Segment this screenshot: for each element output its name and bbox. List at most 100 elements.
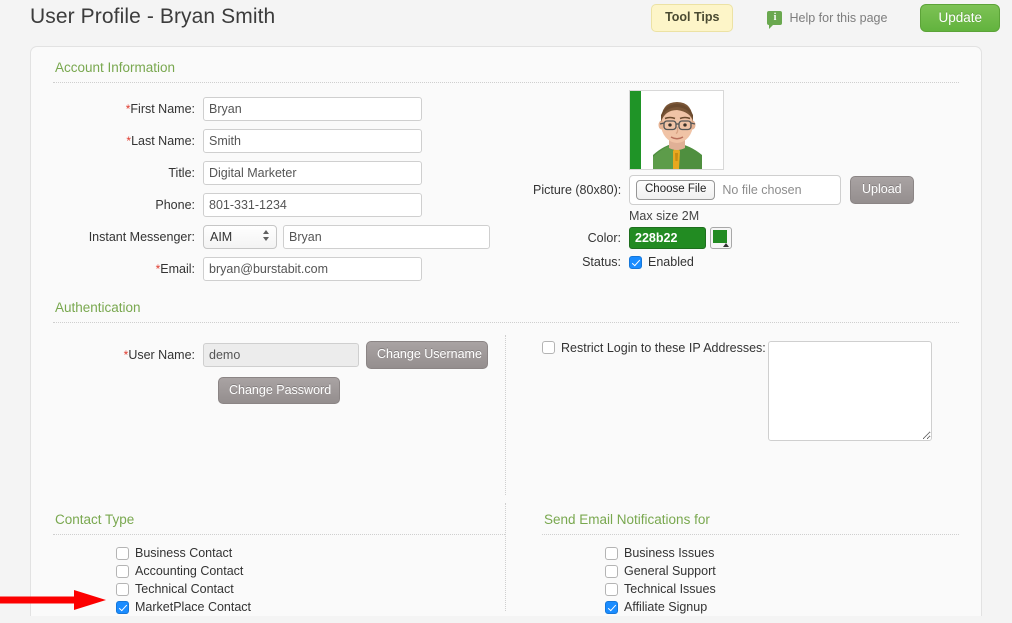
section-title-notifications: Send Email Notifications for [544, 512, 710, 527]
section-title-account: Account Information [55, 60, 176, 75]
update-button[interactable]: Update [920, 3, 1000, 33]
section-title-authentication: Authentication [55, 300, 141, 315]
change-password-button[interactable]: Change Password [218, 376, 340, 404]
email-label: *Email: [155, 262, 195, 276]
checkbox-general-support[interactable] [605, 564, 618, 578]
page-header: User Profile - Bryan Smith Tool Tips i H… [0, 0, 1012, 40]
divider-account [53, 82, 959, 83]
list-item: General Support [605, 564, 959, 578]
contact-type-column: Contact Type Business Contact Accounting… [53, 499, 505, 618]
status-enabled-checkbox[interactable] [629, 255, 642, 269]
field-row-instant-messenger: Instant Messenger: AIM [53, 225, 533, 249]
account-information-body: *First Name: *Last Name: Title: Phone: I… [53, 87, 959, 287]
checkbox-accounting-contact[interactable] [116, 564, 129, 578]
avatar-photo [630, 91, 723, 169]
bottom-columns: Contact Type Business Contact Accounting… [53, 499, 959, 618]
field-row-title: Title: [53, 161, 533, 185]
field-row-first-name: *First Name: [53, 97, 533, 121]
color-label: Color: [587, 231, 621, 245]
title-input[interactable] [203, 161, 422, 185]
instant-messenger-label: Instant Messenger: [88, 230, 195, 244]
label-technical-contact: Technical Contact [135, 582, 234, 596]
color-swatch-button[interactable] [710, 227, 732, 249]
user-profile-panel: Account Information *First Name: *Last N… [30, 46, 982, 616]
checkbox-technical-contact[interactable] [116, 582, 129, 596]
title-label: Title: [168, 166, 195, 180]
authentication-right-column: Restrict Login to these IP Addresses: [505, 341, 959, 499]
first-name-label: *First Name: [125, 102, 195, 116]
upload-button[interactable]: Upload [850, 176, 914, 204]
status-row: Status: Enabled [533, 255, 694, 269]
list-item: Business Issues [605, 546, 959, 560]
choose-file-button[interactable]: Choose File [636, 180, 716, 200]
help-link-label: Help for this page [789, 11, 888, 25]
no-file-chosen-text: No file chosen [722, 183, 802, 197]
restrict-login-label: Restrict Login to these IP Addresses: [561, 341, 766, 355]
chevron-updown-icon [263, 230, 270, 245]
list-item: Accounting Contact [116, 564, 505, 578]
first-name-input[interactable] [203, 97, 422, 121]
status-label: Status: [582, 255, 621, 269]
list-item: Technical Issues [605, 582, 959, 596]
field-row-phone: Phone: [53, 193, 533, 217]
label-marketplace-contact: MarketPlace Contact [135, 600, 252, 614]
field-row-email: *Email: [53, 257, 533, 281]
list-item: Technical Contact [116, 582, 505, 596]
header-actions: Tool Tips i Help for this page Update [651, 3, 1000, 33]
color-hex-input[interactable] [629, 227, 706, 249]
label-accounting-contact: Accounting Contact [135, 564, 244, 578]
username-label: *User Name: [123, 347, 195, 362]
notifications-list: Business Issues General Support Technica… [542, 539, 959, 614]
authentication-body: *User Name: Change Username Change Passw… [53, 327, 959, 499]
label-affiliate-signup: Affiliate Signup [624, 600, 708, 614]
status-enabled-label: Enabled [648, 255, 694, 269]
change-username-button[interactable]: Change Username [366, 341, 488, 369]
picture-label: Picture (80x80): [533, 183, 622, 197]
avatar [629, 90, 724, 170]
instant-messenger-handle-input[interactable] [283, 225, 490, 249]
divider-authentication [53, 322, 959, 323]
picture-upload-row: Picture (80x80): Choose File No file cho… [533, 175, 914, 205]
vertical-divider-bottom [505, 503, 506, 611]
instant-messenger-select[interactable]: AIM [203, 225, 277, 249]
checkbox-business-contact[interactable] [116, 546, 129, 560]
label-technical-issues: Technical Issues [624, 582, 716, 596]
caret-up-icon [723, 243, 729, 247]
color-swatch-chip [713, 230, 727, 243]
max-size-text: Max size 2M [629, 209, 700, 223]
phone-label: Phone: [155, 198, 195, 212]
list-item: Business Contact [116, 546, 505, 560]
authentication-left-column: *User Name: Change Username Change Passw… [53, 341, 505, 499]
field-row-last-name: *Last Name: [53, 129, 533, 153]
label-business-contact: Business Contact [135, 546, 233, 560]
instant-messenger-selected-value: AIM [210, 230, 233, 244]
restrict-login-checkbox[interactable] [542, 341, 555, 354]
picture-file-input[interactable]: Choose File No file chosen [629, 175, 841, 205]
contact-type-list: Business Contact Accounting Contact Tech… [53, 539, 505, 614]
list-item: MarketPlace Contact [116, 600, 505, 614]
username-input[interactable] [203, 342, 359, 367]
checkbox-technical-issues[interactable] [605, 582, 618, 596]
last-name-input[interactable] [203, 129, 422, 153]
phone-input[interactable] [203, 193, 422, 217]
checkbox-affiliate-signup[interactable] [605, 600, 618, 614]
page-title: User Profile - Bryan Smith [30, 5, 276, 28]
section-title-contact-type: Contact Type [55, 512, 135, 527]
last-name-label: *Last Name: [126, 134, 195, 148]
field-row-username: *User Name: Change Username [53, 341, 505, 369]
divider-notifications [542, 534, 959, 535]
email-input[interactable] [203, 257, 422, 281]
vertical-divider-authentication [505, 335, 506, 495]
tool-tips-button[interactable]: Tool Tips [651, 4, 734, 32]
list-item: Affiliate Signup [605, 600, 959, 614]
account-fields-column: *First Name: *Last Name: Title: Phone: I… [53, 87, 533, 287]
label-general-support: General Support [624, 564, 716, 578]
ip-addresses-textarea[interactable] [767, 341, 932, 441]
info-icon: i [767, 11, 783, 29]
help-for-this-page-link[interactable]: i Help for this page [767, 11, 888, 29]
notifications-column: Send Email Notifications for Business Is… [505, 499, 959, 618]
checkbox-marketplace-contact[interactable] [116, 600, 129, 614]
account-picture-column: Picture (80x80): Choose File No file cho… [533, 87, 959, 287]
checkbox-business-issues[interactable] [605, 546, 618, 560]
divider-contact-type [53, 534, 505, 535]
